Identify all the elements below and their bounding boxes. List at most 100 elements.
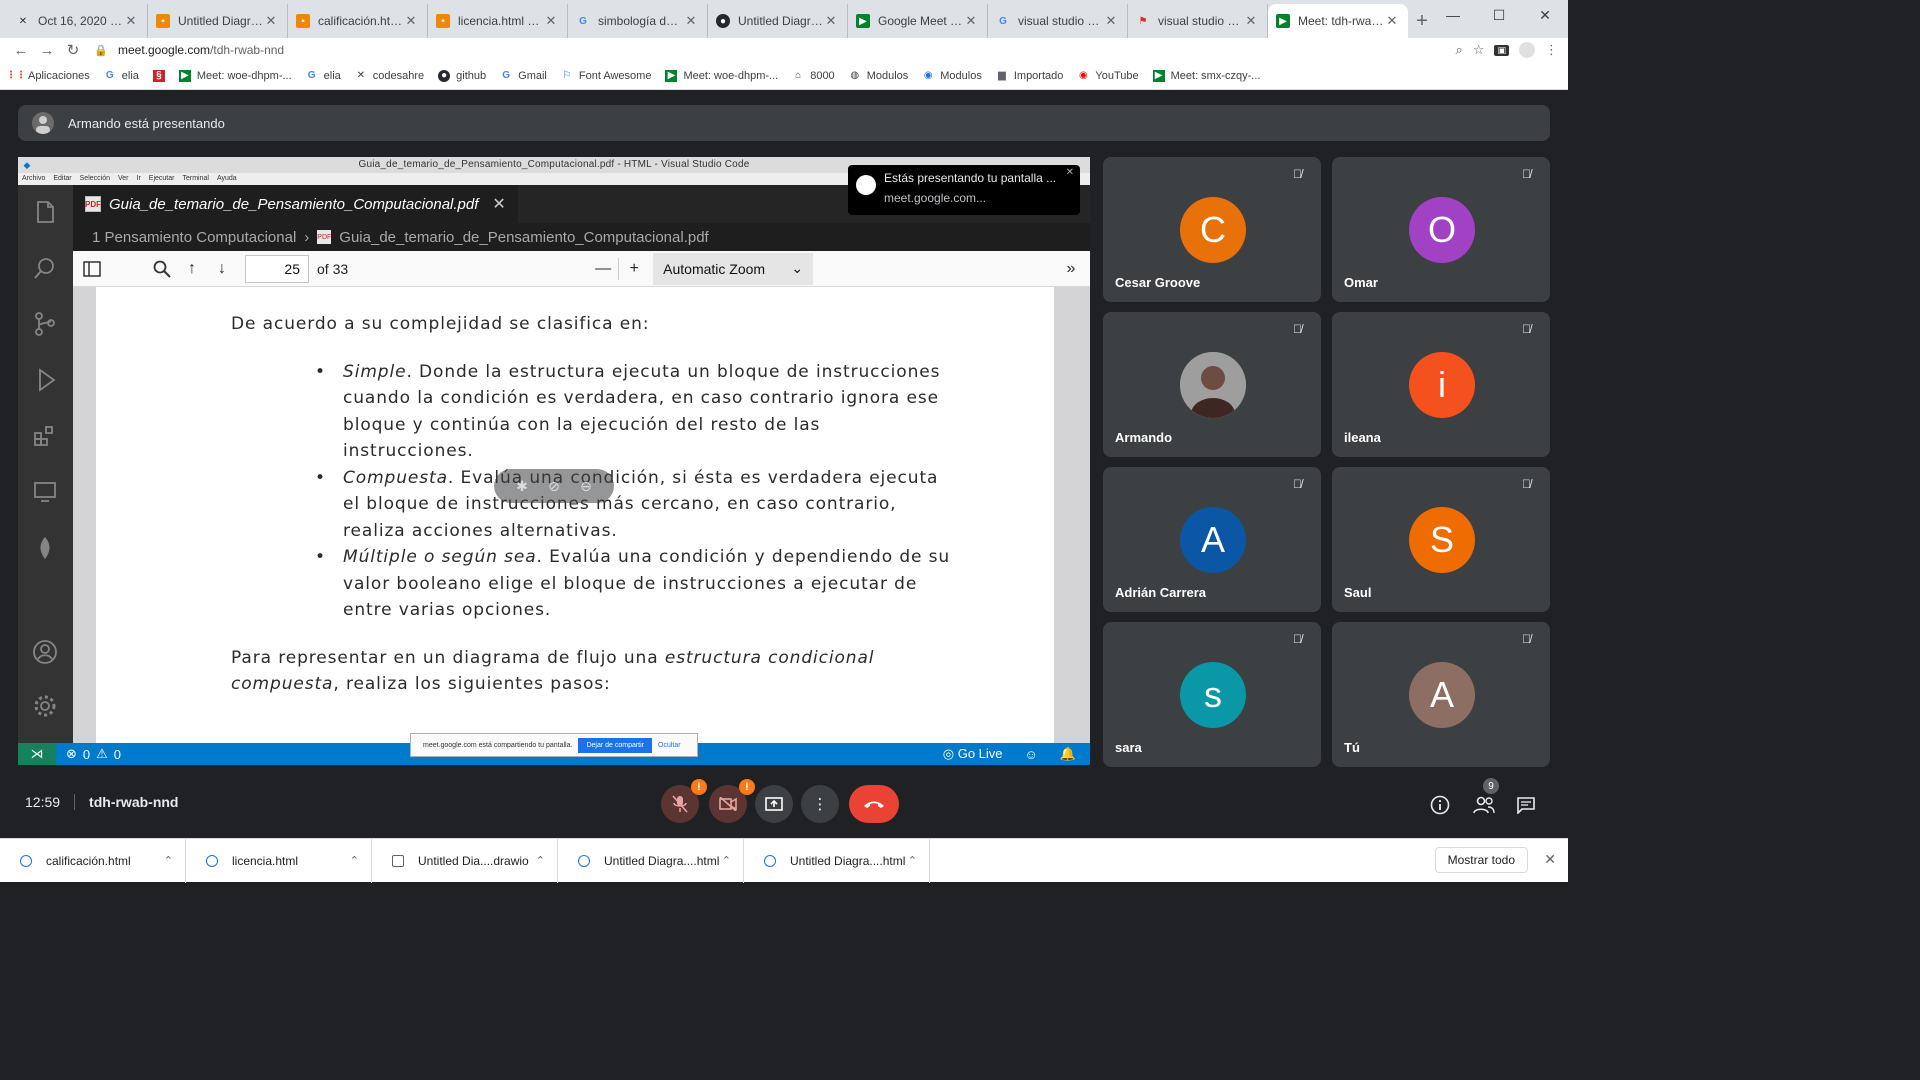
menu-item[interactable]: Ir [137, 173, 141, 185]
meeting-details-icon[interactable] [1429, 794, 1451, 816]
close-icon[interactable]: ✕ [263, 13, 279, 29]
notifications-bell-icon[interactable]: 🔔 [1060, 746, 1076, 762]
breadcrumb-file[interactable]: Guia_de_temario_de_Pensamiento_Computaci… [339, 229, 708, 246]
close-icon[interactable]: ✕ [1384, 13, 1400, 29]
close-icon[interactable]: ✕ [403, 13, 419, 29]
menu-item[interactable]: Ayuda [217, 173, 237, 185]
participant-tile[interactable]: 🎙̸ C Cesar Groove [1103, 157, 1321, 302]
bookmark-item[interactable]: ◍ Modulos [849, 70, 908, 82]
star-icon[interactable]: ☆ [1473, 42, 1485, 58]
download-item[interactable]: Untitled Diagra....html ⌃ [558, 838, 744, 883]
participant-tile[interactable]: 🎙̸ S Saul [1332, 467, 1550, 612]
browser-tab[interactable]: ▪licencia.html - diag✕ [428, 4, 568, 38]
next-page-icon[interactable]: ↓ [207, 254, 237, 284]
source-control-icon[interactable] [32, 311, 58, 337]
search-icon[interactable] [147, 254, 177, 284]
camera-toggle-button[interactable]: ! [709, 779, 755, 823]
back-icon[interactable]: ← [8, 38, 34, 62]
maximize-icon[interactable]: ☐ [1476, 0, 1522, 30]
participant-tile[interactable]: 🎙̸ i ileana [1332, 312, 1550, 457]
bookmark-item[interactable]: G Gmail [500, 70, 547, 82]
settings-gear-icon[interactable] [32, 693, 58, 719]
remote-icon[interactable]: ⋊ [18, 743, 56, 765]
bookmark-item[interactable]: ⋮⋮ Aplicaciones [6, 70, 90, 82]
browser-tab[interactable]: Gsimbología de diag✕ [568, 4, 708, 38]
show-all-downloads-button[interactable]: Mostrar todo [1434, 847, 1528, 873]
bookmark-item[interactable]: Gelia [104, 70, 139, 82]
bookmark-item[interactable]: ◉ YouTube [1077, 70, 1139, 82]
close-icon[interactable]: ✕ [1066, 167, 1074, 178]
menu-item[interactable]: Ver [118, 173, 129, 185]
zoom-select[interactable]: Automatic Zoom ⌄ [653, 252, 814, 285]
present-screen-button[interactable] [755, 785, 793, 823]
more-options-button[interactable]: ⋮ [801, 785, 839, 823]
go-live-button[interactable]: ◎ Go Live [943, 746, 1003, 762]
bookmark-item[interactable]: ▶ Meet: smx-czqy-... [1152, 69, 1260, 82]
mongodb-leaf-icon[interactable] [32, 535, 58, 561]
close-icon[interactable]: ✕ [963, 13, 979, 29]
address-bar[interactable]: 🔒 meet.google.com/tdh-rwab-nnd [94, 38, 1478, 62]
browser-tab[interactable]: ▶Google Meet (ante✕ [848, 4, 988, 38]
pdf-viewer[interactable]: De acuerdo a su complejidad se clasifica… [73, 287, 1090, 743]
download-item[interactable]: licencia.html ⌃ [186, 838, 372, 883]
chat-icon[interactable] [1515, 794, 1537, 816]
profile-icon[interactable] [1519, 42, 1535, 58]
participant-tile[interactable]: 🎙̸ Armando [1103, 312, 1321, 457]
feedback-icon[interactable]: ☺ [1025, 747, 1038, 762]
menu-item[interactable]: Terminal [182, 173, 208, 185]
browser-tab[interactable]: Gvisual studio code✕ [988, 4, 1128, 38]
breadcrumb-folder[interactable]: 1 Pensamiento Computacional [92, 229, 296, 246]
close-icon[interactable]: ✕ [123, 13, 139, 29]
bookmark-item[interactable]: ● github [438, 69, 486, 82]
participant-tile[interactable]: 🎙̸ A Adrián Carrera [1103, 467, 1321, 612]
bookmark-item[interactable]: ▆ Importado [996, 70, 1063, 82]
close-icon[interactable]: ✕ [683, 13, 699, 29]
menu-item[interactable]: Editar [53, 173, 71, 185]
participant-tile[interactable]: 🎙̸ s sara [1103, 622, 1321, 767]
bookmark-item[interactable]: § [152, 69, 165, 82]
chevron-up-icon[interactable]: ⌃ [722, 854, 731, 867]
leave-call-button[interactable] [849, 785, 899, 823]
page-number-input[interactable]: 25 [245, 254, 309, 283]
menu-item[interactable]: Ejecutar [149, 173, 175, 185]
download-item[interactable]: calificación.html ⌃ [0, 838, 186, 883]
download-item[interactable]: Untitled Dia....drawio ⌃ [372, 838, 558, 883]
extension-icon[interactable]: ▣ [1494, 44, 1509, 56]
problems-indicator[interactable]: ⊗ 0 ⚠ 0 [66, 746, 121, 762]
participant-tile-self[interactable]: 🎙̸ A Tú [1332, 622, 1550, 767]
menu-item[interactable]: Selección [80, 173, 110, 185]
chevron-up-icon[interactable]: ⌃ [536, 854, 545, 867]
close-icon[interactable]: ✕ [1544, 851, 1556, 868]
pin-off-icon[interactable]: ✱ [516, 478, 528, 495]
account-icon[interactable] [32, 639, 58, 665]
forward-icon[interactable]: → [34, 38, 60, 62]
minimize-icon[interactable]: — [1430, 0, 1476, 30]
bookmark-item[interactable]: ✕ codesahre [355, 70, 425, 82]
zoom-in-icon[interactable]: + [619, 254, 649, 284]
previous-page-icon[interactable]: ↑ [177, 254, 207, 284]
chevron-up-icon[interactable]: ⌃ [350, 854, 359, 867]
chevron-up-icon[interactable]: ⌃ [164, 854, 173, 867]
reload-icon[interactable]: ↻ [60, 38, 86, 62]
remote-explorer-icon[interactable] [32, 479, 58, 505]
bookmark-item[interactable]: ◉ Modulos [922, 70, 982, 82]
editor-tab[interactable]: PDF Guia_de_temario_de_Pensamiento_Compu… [73, 185, 518, 223]
search-icon[interactable] [32, 255, 58, 281]
remove-icon[interactable]: ⊖ [580, 478, 592, 495]
participants-icon[interactable]: 9 [1473, 778, 1499, 816]
menu-icon[interactable]: ⋮ [1545, 42, 1558, 58]
hide-notice-button[interactable]: Ocultar [658, 742, 681, 749]
explorer-icon[interactable] [32, 199, 58, 225]
microphone-toggle-button[interactable]: ! [661, 779, 707, 823]
zoom-out-icon[interactable]: — [588, 254, 618, 284]
close-icon[interactable]: ✕ [543, 13, 559, 29]
mute-icon[interactable]: ⊘ [548, 478, 560, 495]
bookmark-item[interactable]: ⌂ 8000 [792, 70, 835, 82]
close-icon[interactable]: ✕ [1103, 13, 1119, 29]
browser-tab-active[interactable]: ▶Meet: tdh-rwab-nn✕ [1268, 4, 1408, 38]
bookmark-item[interactable]: ▶ Meet: woe-dhpm-... [665, 69, 778, 82]
bookmark-item[interactable]: Gelia [306, 70, 341, 82]
download-item[interactable]: Untitled Diagra....html ⌃ [744, 838, 930, 883]
browser-tab[interactable]: ▪Untitled Diagram.d✕ [148, 4, 288, 38]
bookmark-item[interactable]: ⚐ Font Awesome [561, 70, 651, 82]
